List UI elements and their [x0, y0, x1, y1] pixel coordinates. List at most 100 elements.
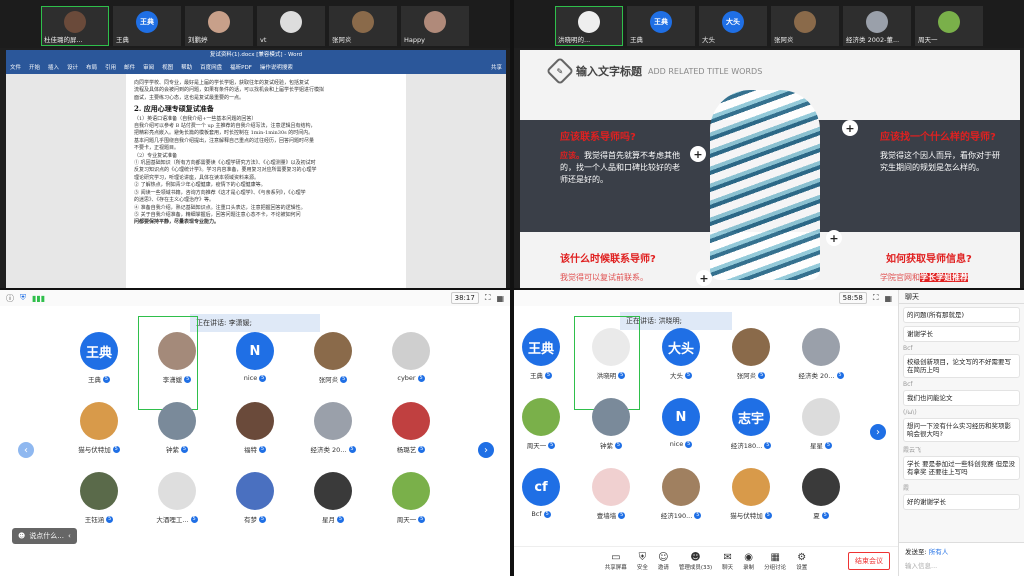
shield-icon[interactable]: ⛨: [20, 293, 26, 303]
plus-icon[interactable]: +: [696, 270, 712, 286]
participant-card[interactable]: 夏5: [786, 468, 856, 520]
avatar: N: [662, 398, 700, 436]
participant-card[interactable]: 钟紫 5: [576, 398, 646, 450]
participant-card[interactable]: Nnice 5: [646, 398, 716, 448]
next-page-button[interactable]: ›: [870, 424, 886, 440]
info-icon[interactable]: ⓘ: [6, 293, 14, 304]
breakout-button[interactable]: ▦ 分组讨论: [764, 552, 786, 571]
participant-card[interactable]: 经济类 20... 5: [786, 328, 856, 380]
ribbon-tab[interactable]: 福昕PDF: [230, 63, 252, 71]
participant-card[interactable]: 李潇媛 5: [142, 332, 212, 384]
avatar: [80, 472, 118, 510]
chat-input[interactable]: 输入信息...: [905, 560, 1018, 570]
shared-word-document: 复试资料(1).docx [兼容模式] - Word 文件 开始 插入 设计 布局 引用邮…: [6, 50, 506, 288]
prev-page-button[interactable]: ‹: [18, 442, 34, 458]
name-text: 猫与伏特加: [730, 512, 763, 520]
video-tile[interactable]: 经济类 2002-董...: [843, 6, 911, 46]
participant-card[interactable]: 张阿炎 5: [716, 328, 786, 380]
meeting-timer: 58:58: [838, 292, 867, 304]
ribbon-tab[interactable]: 开始: [29, 63, 40, 71]
participant-card[interactable]: Nnice 5: [220, 332, 290, 382]
ribbon-tab[interactable]: 百度网盘: [200, 63, 222, 71]
ribbon-tab[interactable]: 文件: [10, 63, 21, 71]
participant-card[interactable]: 周天一 5: [514, 398, 576, 450]
record-button[interactable]: ◉ 录制: [743, 552, 754, 571]
chevron-left-icon[interactable]: ‹: [68, 532, 71, 540]
toolbar-label: 安全: [636, 565, 648, 571]
participant-card[interactable]: 钟紫 5: [142, 402, 212, 454]
plus-icon[interactable]: +: [826, 230, 842, 246]
participant-name: 王典 5: [88, 374, 110, 384]
ribbon-tab[interactable]: 视图: [162, 63, 173, 71]
participant-card[interactable]: 大酒哩工... 5: [142, 472, 212, 524]
participant-card[interactable]: 王钰涵 5: [64, 472, 134, 524]
participant-name: 李潇媛 5: [163, 374, 192, 384]
edit-icon: ✎: [545, 56, 575, 86]
participant-card[interactable]: 张阿炎 5: [298, 332, 368, 384]
plus-icon[interactable]: +: [842, 120, 858, 136]
video-tile[interactable]: 洪晓明的...: [555, 6, 623, 46]
fullscreen-icon[interactable]: ⛶: [873, 293, 879, 303]
share-screen-button[interactable]: ▭ 共享屏幕: [605, 552, 627, 571]
participant-card[interactable]: 经济类 20... 5: [298, 402, 368, 454]
video-tile[interactable]: 张阿炎: [329, 6, 397, 46]
participant-card[interactable]: 洪晓明 5: [576, 328, 646, 380]
participant-name: 洪晓明 5: [597, 370, 626, 380]
participant-card[interactable]: 星星 5: [786, 398, 856, 450]
participant-card[interactable]: 志宇 经济180... 5: [716, 398, 786, 450]
chat-bubble: 校级创新项目，论文写的不好需要写在简历上吗: [903, 354, 1020, 378]
participant-card[interactable]: 福特 5: [220, 402, 290, 454]
ribbon-tab[interactable]: 引用: [105, 63, 116, 71]
name-text: 大头: [670, 372, 683, 380]
video-tile[interactable]: 杜佳璐的屏...: [41, 6, 109, 46]
send-target-select[interactable]: 所有人: [929, 548, 949, 556]
next-page-button[interactable]: ›: [478, 442, 494, 458]
participant-card[interactable]: 王典 王典 5: [64, 332, 134, 384]
ribbon-tab[interactable]: 帮助: [181, 63, 192, 71]
plus-icon[interactable]: +: [690, 146, 706, 162]
participant-card[interactable]: 猫与伏特加 5: [716, 468, 786, 520]
end-meeting-button[interactable]: 结束会议: [848, 552, 890, 570]
video-tile[interactable]: 王典 王典: [627, 6, 695, 46]
video-tile[interactable]: 周天一: [915, 6, 983, 46]
answer-text: 学院官网和学长学姐推荐: [880, 272, 968, 284]
participant-name: 钟紫 5: [600, 440, 622, 450]
video-tile[interactable]: vt: [257, 6, 325, 46]
chat-sender: Bcf: [903, 345, 913, 352]
video-tile[interactable]: Happy: [401, 6, 469, 46]
share-button[interactable]: 共享: [491, 63, 502, 71]
chat-quick-input[interactable]: ☻ 说点什么... ‹: [12, 528, 77, 544]
ribbon-tab[interactable]: 插入: [48, 63, 59, 71]
participant-card[interactable]: 猫与伏特加 5: [64, 402, 134, 454]
video-tile[interactable]: 大头 大头: [699, 6, 767, 46]
grid-icon[interactable]: ▦: [496, 294, 504, 303]
status-badge: 5: [340, 375, 348, 383]
participant-card[interactable]: 王典 王典 5: [514, 328, 576, 380]
invite-button[interactable]: ☺ 邀请: [658, 552, 669, 571]
participant-card[interactable]: cf Bcf 5: [514, 468, 576, 518]
participants-button[interactable]: ☻ 管理成员(33): [679, 552, 712, 571]
chat-button[interactable]: ✉ 聊天: [722, 552, 733, 571]
security-button[interactable]: ⛨ 安全: [637, 552, 648, 571]
ribbon-search[interactable]: 操作说明搜索: [260, 63, 293, 71]
fullscreen-icon[interactable]: ⛶: [485, 293, 491, 303]
toolbar-label: 共享屏幕: [604, 565, 627, 571]
participant-card[interactable]: 经济190... 5: [646, 468, 716, 520]
ribbon-tab[interactable]: 设计: [67, 63, 78, 71]
participant-card[interactable]: cyber 5: [376, 332, 446, 382]
video-tile[interactable]: 张阿炎: [771, 6, 839, 46]
grid-icon[interactable]: ▦: [884, 294, 892, 303]
status-badge: 5: [821, 511, 829, 519]
ribbon-tab[interactable]: 邮件: [124, 63, 135, 71]
participant-card[interactable]: 壹墙墙 5: [576, 468, 646, 520]
video-tile[interactable]: 王典 王典: [113, 6, 181, 46]
settings-button[interactable]: ⚙ 设置: [796, 552, 807, 571]
ribbon-tab[interactable]: 审阅: [143, 63, 154, 71]
participant-card[interactable]: 星月 5: [298, 472, 368, 524]
participant-card[interactable]: 大头 大头 5: [646, 328, 716, 380]
ribbon-tab[interactable]: 布局: [86, 63, 97, 71]
participant-card[interactable]: 周天一 5: [376, 472, 446, 524]
participant-card[interactable]: 杨璐艺 5: [376, 402, 446, 454]
video-tile[interactable]: 刘鹏婷: [185, 6, 253, 46]
participant-card[interactable]: 有梦 5: [220, 472, 290, 524]
